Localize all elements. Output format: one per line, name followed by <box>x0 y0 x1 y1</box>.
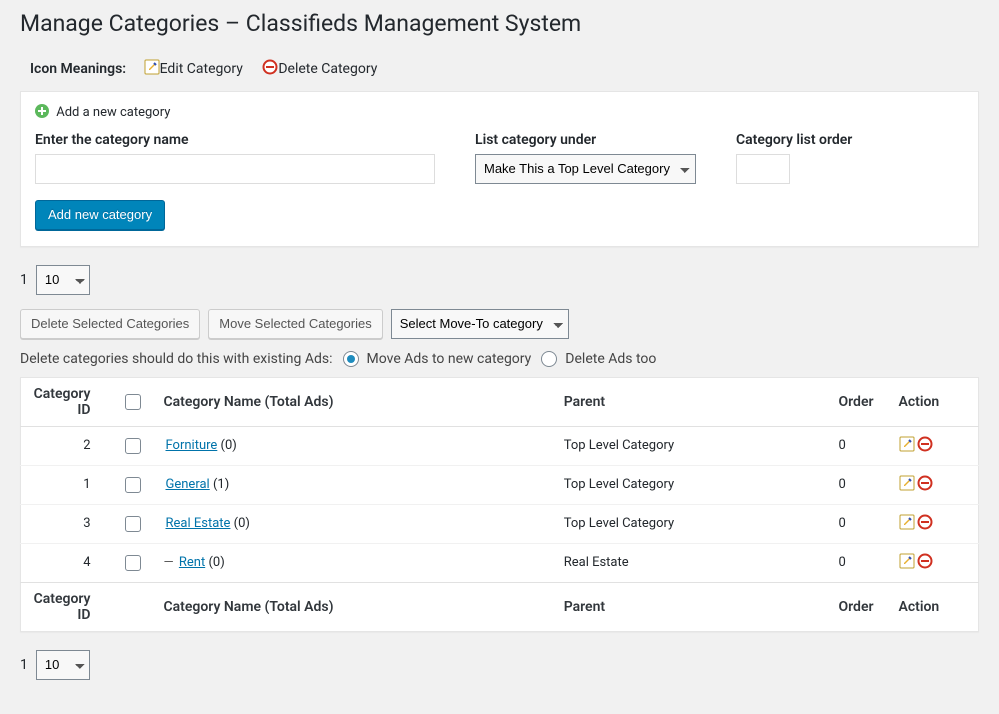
delete-icon[interactable] <box>917 436 933 456</box>
radio-delete-ads-label: Delete Ads too <box>565 351 656 367</box>
pager-bottom: 1 10 <box>20 650 979 680</box>
delete-icon <box>262 59 278 79</box>
row-checkbox[interactable] <box>125 438 141 454</box>
edit-icon[interactable] <box>899 436 915 456</box>
move-selected-button[interactable]: Move Selected Categories <box>208 309 382 339</box>
edit-icon <box>144 59 160 79</box>
category-link[interactable]: Rent <box>179 555 205 570</box>
delete-behavior-label: Delete categories should do this with ex… <box>20 351 333 367</box>
table-row: 1General (1)Top Level Category0 <box>21 465 979 504</box>
col-action-header: Action <box>889 377 979 426</box>
cell-order: 0 <box>829 543 889 582</box>
radio-move-ads[interactable] <box>343 351 359 367</box>
row-checkbox[interactable] <box>125 477 141 493</box>
cell-name: Real Estate (0) <box>154 504 554 543</box>
legend-edit: Edit Category <box>144 61 247 77</box>
indent-marker: — <box>164 555 177 570</box>
col-parent-header: Parent <box>554 377 829 426</box>
select-all-checkbox-top[interactable] <box>125 394 141 410</box>
cell-id: 1 <box>21 465 111 504</box>
bulk-actions: Delete Selected Categories Move Selected… <box>20 309 979 339</box>
col-parent-footer: Parent <box>554 582 829 631</box>
cell-action <box>889 543 979 582</box>
cell-order: 0 <box>829 465 889 504</box>
category-link[interactable]: Forniture <box>166 438 218 453</box>
category-count: (0) <box>221 438 237 453</box>
delete-selected-button[interactable]: Delete Selected Categories <box>20 309 200 339</box>
page-title: Manage Categories – Classifieds Manageme… <box>20 0 979 43</box>
edit-icon[interactable] <box>899 514 915 534</box>
per-page-select-top[interactable]: 10 <box>36 265 90 295</box>
legend-delete: Delete Category <box>260 61 377 77</box>
col-checkbox-header <box>111 377 154 426</box>
cell-id: 4 <box>21 543 111 582</box>
add-category-button[interactable]: Add new category <box>35 200 165 230</box>
add-category-panel: Add a new category Enter the category na… <box>20 91 979 247</box>
pager-top: 1 10 <box>20 265 979 295</box>
edit-icon[interactable] <box>899 553 915 573</box>
cell-parent: Real Estate <box>554 543 829 582</box>
row-checkbox[interactable] <box>125 555 141 571</box>
page-number: 1 <box>20 272 28 288</box>
categories-table: Category ID Category Name (Total Ads) Pa… <box>20 377 979 632</box>
add-panel-title: Add a new category <box>35 104 964 120</box>
radio-delete-ads[interactable] <box>541 351 557 367</box>
cell-id: 2 <box>21 426 111 465</box>
cell-action <box>889 465 979 504</box>
cell-parent: Top Level Category <box>554 426 829 465</box>
cell-parent: Top Level Category <box>554 465 829 504</box>
col-name-header: Category Name (Total Ads) <box>154 377 554 426</box>
cell-parent: Top Level Category <box>554 504 829 543</box>
cell-name: General (1) <box>154 465 554 504</box>
cell-action <box>889 426 979 465</box>
cell-id: 3 <box>21 504 111 543</box>
col-order-footer: Order <box>829 582 889 631</box>
col-order-header: Order <box>829 377 889 426</box>
category-name-label: Enter the category name <box>35 132 435 148</box>
table-row: 3Real Estate (0)Top Level Category0 <box>21 504 979 543</box>
cell-name: — Rent (0) <box>154 543 554 582</box>
col-id-footer: Category ID <box>21 582 111 631</box>
per-page-select-bottom[interactable]: 10 <box>36 650 90 680</box>
delete-icon[interactable] <box>917 553 933 573</box>
parent-label: List category under <box>475 132 696 148</box>
category-count: (0) <box>208 555 224 570</box>
category-count: (1) <box>213 477 229 492</box>
category-link[interactable]: Real Estate <box>166 516 231 531</box>
icon-legend: Icon Meanings: Edit Category Delete Cate… <box>20 43 979 91</box>
delete-behavior-row: Delete categories should do this with ex… <box>20 351 979 367</box>
cell-name: Forniture (0) <box>154 426 554 465</box>
order-label: Category list order <box>736 132 852 148</box>
table-row: 2Forniture (0)Top Level Category0 <box>21 426 979 465</box>
edit-icon[interactable] <box>899 475 915 495</box>
delete-icon[interactable] <box>917 514 933 534</box>
move-to-select[interactable]: Select Move-To category <box>391 309 569 339</box>
cell-action <box>889 504 979 543</box>
row-checkbox[interactable] <box>125 516 141 532</box>
page-number-bottom: 1 <box>20 657 28 673</box>
cell-order: 0 <box>829 426 889 465</box>
category-link[interactable]: General <box>166 477 210 492</box>
radio-move-ads-label: Move Ads to new category <box>367 351 532 367</box>
parent-select[interactable]: Make This a Top Level Category <box>475 154 696 184</box>
category-name-input[interactable] <box>35 154 435 184</box>
cell-order: 0 <box>829 504 889 543</box>
add-icon <box>35 104 49 118</box>
category-count: (0) <box>234 516 250 531</box>
col-action-footer: Action <box>889 582 979 631</box>
col-name-footer: Category Name (Total Ads) <box>154 582 554 631</box>
col-id-header: Category ID <box>21 377 111 426</box>
delete-icon[interactable] <box>917 475 933 495</box>
order-input[interactable] <box>736 154 790 184</box>
table-row: 4— Rent (0)Real Estate0 <box>21 543 979 582</box>
legend-label: Icon Meanings: <box>30 61 126 77</box>
